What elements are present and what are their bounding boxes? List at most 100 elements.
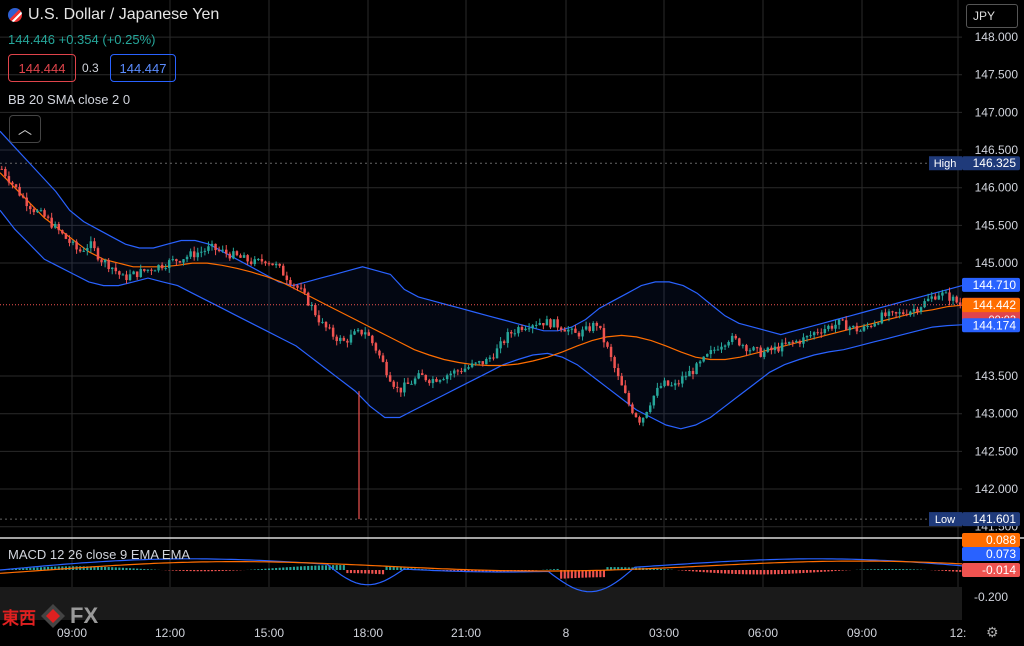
candle-body — [167, 260, 171, 268]
candle-body — [360, 329, 363, 335]
candle-body — [396, 386, 399, 388]
candle-body — [702, 356, 705, 362]
bb-indicator-label[interactable]: BB 20 SMA close 2 0 — [8, 92, 130, 107]
sell-button[interactable]: 144.444 — [8, 54, 76, 82]
candle-body — [855, 325, 859, 332]
candle-body — [616, 368, 620, 377]
candle-body — [481, 361, 485, 365]
candle-body — [420, 373, 424, 376]
candle-body — [285, 275, 289, 281]
candle-body — [844, 320, 848, 331]
candle-body — [61, 230, 64, 234]
candle-body — [691, 371, 695, 375]
candle-body — [346, 340, 349, 343]
candle-body — [730, 335, 734, 342]
price-marker-value: 144.442 — [973, 298, 1017, 312]
candle-body — [324, 321, 328, 328]
candle-body — [812, 332, 816, 336]
candle-body — [869, 326, 873, 328]
candle-body — [716, 349, 720, 351]
candle-body — [260, 258, 264, 262]
candle-body — [805, 335, 809, 338]
candle-body — [460, 371, 463, 373]
candle-body — [417, 373, 420, 379]
price-marker-value: 144.710 — [973, 278, 1017, 292]
macd-indicator-label[interactable]: MACD 12 26 close 9 EMA EMA — [8, 547, 190, 562]
candle-body — [267, 263, 271, 265]
candle-body — [328, 327, 331, 329]
price-quote: 144.446 +0.354 (+0.25%) — [8, 32, 156, 47]
candle-body — [734, 335, 737, 339]
candle-body — [663, 380, 666, 387]
candle-body — [884, 312, 887, 317]
settings-gear-icon[interactable]: ⚙ — [986, 624, 999, 641]
candle-body — [706, 354, 709, 357]
candle-body — [613, 357, 616, 369]
candle-body — [713, 349, 716, 351]
candle-body — [192, 251, 196, 258]
candle-body — [43, 210, 46, 217]
bb-band-fill — [0, 131, 962, 429]
candle-body — [784, 342, 787, 344]
candle-body — [887, 311, 891, 317]
candle-body — [827, 325, 830, 330]
candle-body — [588, 326, 591, 332]
candle-body — [253, 259, 256, 265]
candle-body — [916, 308, 919, 312]
candle-body — [520, 327, 524, 330]
candle-body — [777, 346, 780, 352]
candle-body — [32, 209, 36, 213]
candle-body — [456, 370, 460, 372]
candle-body — [659, 386, 663, 388]
bb-upper-line — [0, 130, 963, 336]
candle-body — [25, 197, 28, 207]
candle-body — [331, 327, 335, 337]
y-tick-label: 142.000 — [975, 482, 1019, 496]
candle-body — [770, 347, 773, 351]
buy-button[interactable]: 144.447 — [110, 54, 176, 82]
macd-marker-value: -0.014 — [982, 563, 1016, 577]
candle-body — [86, 248, 89, 251]
candle-body — [834, 324, 837, 329]
candle-body — [930, 296, 933, 299]
candle-body — [210, 243, 214, 247]
candle-body — [306, 292, 310, 306]
candle-body — [18, 186, 21, 196]
candle-body — [132, 271, 135, 275]
candle-body — [599, 325, 602, 329]
candle-body — [449, 373, 452, 376]
candle-body — [698, 361, 702, 364]
candle-body — [29, 206, 32, 210]
candle-body — [463, 368, 467, 372]
candle-body — [271, 263, 274, 266]
candle-body — [371, 335, 374, 344]
candle-body — [641, 417, 645, 423]
currency-selector[interactable]: JPY — [966, 4, 1018, 28]
candle-body — [552, 319, 556, 328]
candle-body — [877, 323, 880, 325]
candle-body — [385, 361, 388, 376]
candle-body — [542, 322, 545, 326]
candle-body — [645, 411, 648, 418]
candle-body — [4, 168, 7, 177]
y-tick-label: 146.500 — [975, 143, 1019, 157]
candle-body — [738, 338, 741, 346]
candle-body — [627, 392, 631, 405]
candle-body — [143, 269, 146, 271]
candle-body — [89, 241, 93, 249]
chevron-up-icon: ︿ — [18, 121, 32, 137]
candle-body — [759, 347, 762, 357]
collapse-legend-button[interactable]: ︿ — [9, 115, 41, 143]
candle-body — [399, 387, 403, 393]
candle-body — [453, 370, 456, 374]
candle-body — [36, 210, 39, 213]
candle-body — [894, 312, 898, 314]
candle-body — [780, 342, 784, 352]
candle-body — [232, 251, 235, 259]
candle-body — [438, 380, 442, 382]
symbol-title[interactable]: U.S. Dollar / Japanese Yen — [8, 6, 219, 24]
x-tick-label: 06:00 — [748, 626, 778, 640]
candle-body — [53, 224, 57, 228]
candle-body — [477, 361, 481, 363]
candle-body — [941, 292, 944, 296]
